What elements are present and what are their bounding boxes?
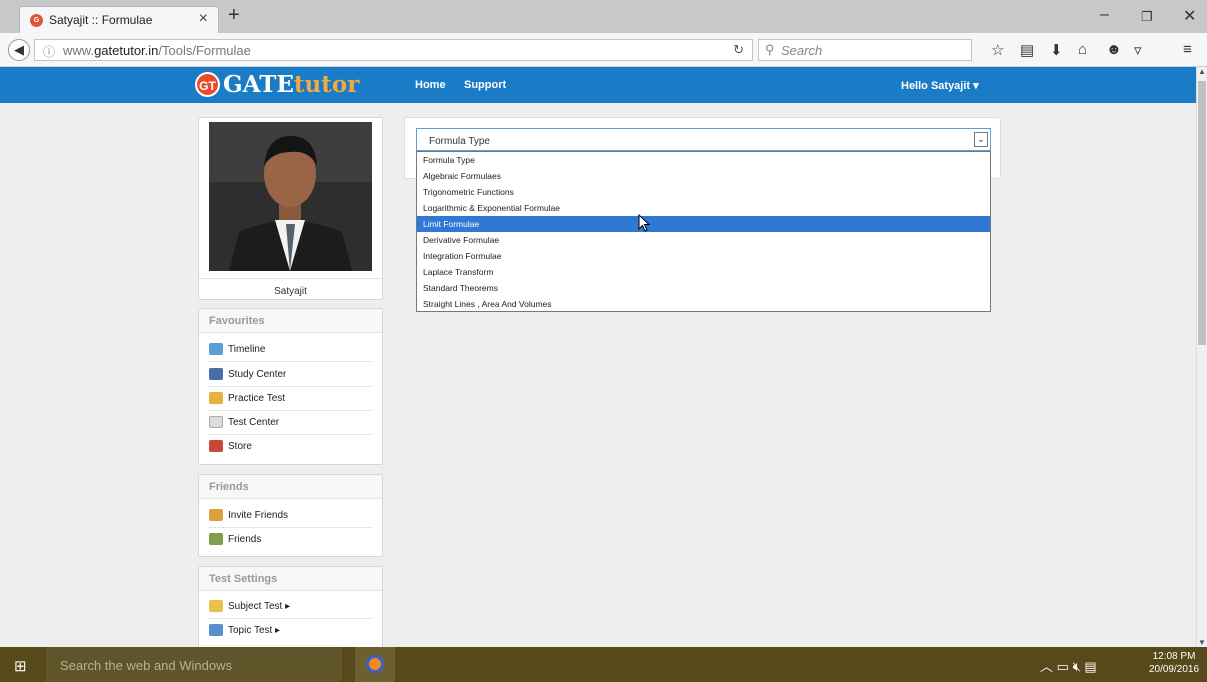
windows-start-icon[interactable]: ⊞ [14,657,27,675]
reload-icon[interactable]: ↻ [733,42,744,58]
clipboard-icon [209,392,223,404]
site-header [0,67,1196,103]
option-derivative[interactable]: Derivative Formulae [417,232,990,248]
sidebar-item-test-center[interactable]: Test Center [209,411,372,435]
sidebar-item-subject-test[interactable]: Subject Test ▸ [209,595,372,619]
edit-icon [209,624,223,636]
formula-type-dropdown: Formula Type Algebraic Formulaes Trigono… [416,151,991,312]
download-icon[interactable]: ⬇ [1050,41,1063,59]
bookmark-star-icon[interactable]: ☆ [991,41,1004,59]
volume-icon[interactable]: 🔇︎ [1073,659,1081,674]
option-integration[interactable]: Integration Formulae [417,248,990,264]
sidebar-item-study-center[interactable]: Study Center [209,363,372,387]
store-icon [209,440,223,452]
search-placeholder: Search [781,43,823,58]
friends-icon [209,533,223,545]
back-icon[interactable]: ◀ [8,39,30,61]
firefox-taskbar-button[interactable] [355,647,395,682]
friends-title: Friends [199,475,382,499]
invite-friends-icon [209,509,223,521]
sidebar-item-timeline[interactable]: Timeline [209,338,372,362]
close-tab-icon[interactable]: × [199,10,208,28]
chat-icon[interactable]: ☻ [1106,41,1122,58]
option-trigonometric[interactable]: Trigonometric Functions [417,184,990,200]
scroll-down-icon[interactable]: ▼ [1198,638,1206,647]
site-logo[interactable]: GATEtutor [223,71,359,98]
nav-home[interactable]: Home [415,79,446,91]
new-tab-icon[interactable]: + [228,4,240,27]
books-icon [209,368,223,380]
pocket-icon[interactable]: ▿ [1134,41,1142,59]
home-icon[interactable]: ⌂ [1078,41,1087,58]
formula-type-select[interactable]: Formula Type ⌄ [416,128,991,151]
site-favicon-icon: G [30,14,43,27]
system-tray[interactable]: ︿ ▭ 🔇︎ ▤ [1040,656,1097,675]
sidebar-item-invite-friends[interactable]: Invite Friends [209,504,372,528]
taskbar-clock[interactable]: 12:08 PM 20/09/2016 [1146,650,1202,676]
chevron-down-icon[interactable]: ⌄ [974,132,988,147]
minimize-icon[interactable]: – [1100,6,1109,24]
user-menu[interactable]: Hello Satyajit ▾ [901,79,979,92]
logo-badge[interactable]: GT [195,72,220,97]
sidebar-item-friends[interactable]: Friends [209,528,372,552]
option-algebraic[interactable]: Algebraic Formulaes [417,168,990,184]
browser-tab[interactable]: G Satyajit :: Formulae × [19,6,219,33]
info-icon[interactable]: ⓘ [43,43,55,60]
option-standard-theorems[interactable]: Standard Theorems [417,280,990,296]
scroll-up-icon[interactable]: ▲ [1198,67,1206,76]
menu-icon[interactable]: ≡ [1183,41,1192,58]
firefox-icon [366,655,384,673]
notification-icon[interactable]: ▤ [1084,659,1096,674]
favourites-title: Favourites [199,309,382,333]
search-icon: ⚲ [765,42,775,57]
clock-time: 12:08 PM [1152,651,1196,662]
sidebar-item-topic-test[interactable]: Topic Test ▸ [209,619,372,643]
pencil-icon [209,600,223,612]
search-input[interactable]: ⚲ Search [758,39,972,61]
option-limit[interactable]: Limit Formulae [417,216,990,232]
maximize-icon[interactable]: ❐ [1141,9,1153,25]
option-logarithmic[interactable]: Logarithmic & Exponential Formulae [417,200,990,216]
reading-list-icon[interactable]: ▤ [1020,41,1034,59]
select-value: Formula Type [429,136,490,147]
sidebar-item-store[interactable]: Store [209,435,372,459]
scroll-thumb[interactable] [1198,81,1206,345]
option-formula-type[interactable]: Formula Type [417,152,990,168]
mouse-cursor-icon [638,214,651,232]
url-bar[interactable]: ⓘ www.gatetutor.in/Tools/Formulae ↻ [34,39,753,61]
page-scrollbar[interactable]: ▲ ▼ [1196,67,1207,647]
chevron-up-icon[interactable]: ︿ [1040,659,1053,674]
close-window-icon[interactable]: ✕ [1183,6,1196,26]
network-icon[interactable]: ▭ [1057,659,1069,674]
sidebar-item-practice-test[interactable]: Practice Test [209,387,372,411]
nav-support[interactable]: Support [464,79,506,91]
tab-title: Satyajit :: Formulae [49,13,153,27]
taskbar-search[interactable]: Search the web and Windows [46,647,342,682]
url-text: www.gatetutor.in/Tools/Formulae [63,43,251,58]
option-straight-lines[interactable]: Straight Lines , Area And Volumes [417,296,990,312]
test-paper-icon [209,416,223,428]
test-settings-title: Test Settings [199,567,382,591]
calendar-icon [209,343,223,355]
clock-date: 20/09/2016 [1148,664,1200,675]
option-laplace[interactable]: Laplace Transform [417,264,990,280]
profile-name: Satyajit [198,278,383,297]
profile-photo[interactable] [209,122,372,271]
